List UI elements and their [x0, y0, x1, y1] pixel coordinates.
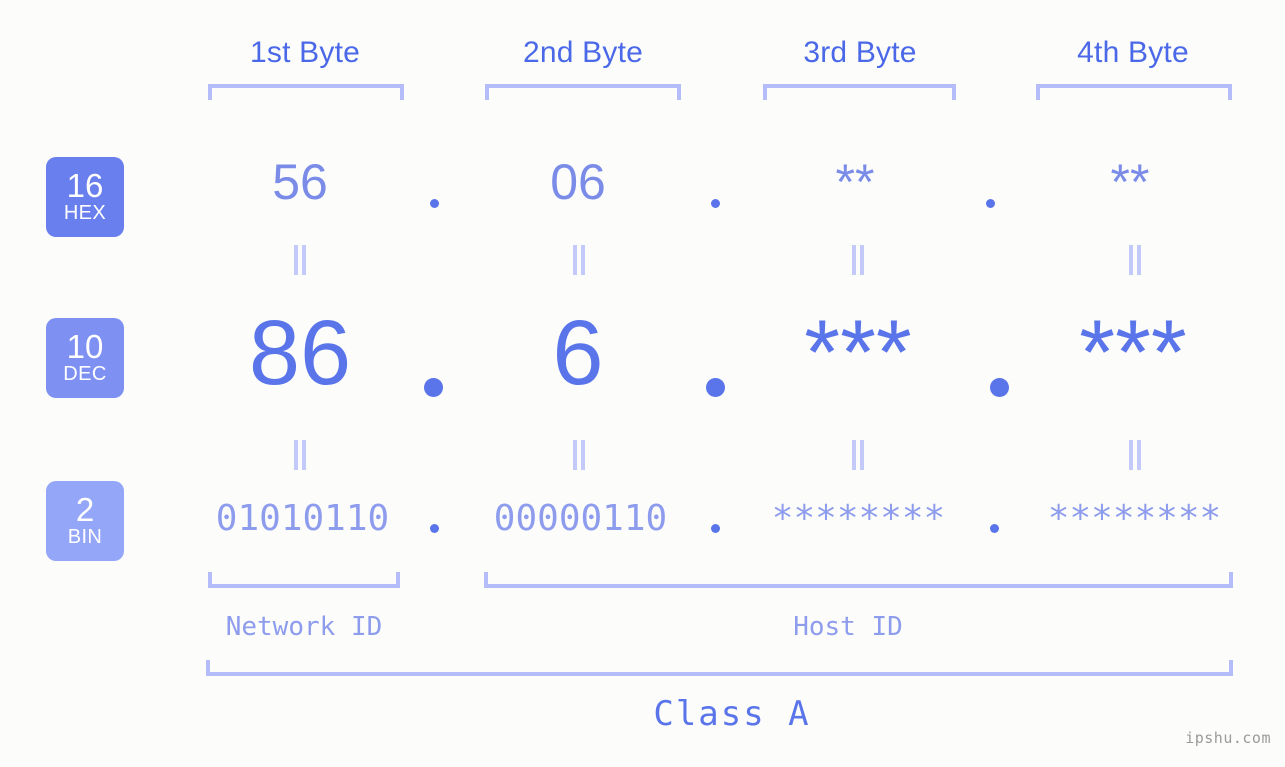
base-badge-dec: 10 DEC	[46, 318, 124, 398]
byte-bracket-top-1	[208, 84, 404, 100]
ip-byte-breakdown-diagram: 1st Byte 2nd Byte 3rd Byte 4th Byte 16 H…	[0, 0, 1285, 767]
byte-header-2: 2nd Byte	[522, 36, 644, 69]
network-id-bracket	[208, 572, 400, 588]
bin-separator-dot-3	[990, 524, 999, 533]
dec-byte-4: ***	[1079, 302, 1187, 404]
byte-bracket-top-2	[485, 84, 681, 100]
base-badge-dec-label: DEC	[63, 363, 107, 385]
base-badge-hex-label: HEX	[63, 202, 107, 224]
base-badge-dec-number: 10	[66, 328, 104, 365]
bin-byte-2: 00000110	[493, 498, 668, 539]
base-badge-bin-number: 2	[75, 491, 95, 528]
host-id-bracket	[484, 572, 1233, 588]
hex-separator-dot-1	[430, 199, 439, 208]
byte-bracket-top-3	[763, 84, 956, 100]
hex-separator-dot-3	[986, 199, 995, 208]
equals-connector-hex-dec-3	[847, 245, 869, 277]
dec-byte-1: 86	[248, 302, 352, 404]
equals-connector-hex-dec-2	[568, 245, 590, 277]
base-badge-hex-number: 16	[66, 167, 104, 204]
equals-connector-hex-dec-1	[289, 245, 311, 277]
network-id-label: Network ID	[225, 612, 383, 642]
equals-connector-dec-bin-1	[289, 440, 311, 472]
class-bracket	[206, 660, 1233, 676]
base-badge-hex: 16 HEX	[46, 157, 124, 237]
dec-separator-dot-3	[990, 378, 1009, 397]
hex-byte-2: 06	[550, 154, 606, 210]
byte-header-3: 3rd Byte	[803, 36, 917, 69]
bin-byte-4: ********	[1047, 498, 1222, 539]
equals-connector-dec-bin-2	[568, 440, 590, 472]
host-id-label: Host ID	[793, 612, 903, 642]
base-badge-bin: 2 BIN	[46, 481, 124, 561]
class-label: Class A	[653, 694, 811, 734]
bin-separator-dot-2	[711, 524, 720, 533]
base-badge-bin-label: BIN	[67, 526, 103, 548]
hex-byte-1: 56	[272, 154, 328, 210]
bin-byte-1: 01010110	[215, 498, 390, 539]
equals-connector-hex-dec-4	[1124, 245, 1146, 277]
byte-bracket-top-4	[1036, 84, 1232, 100]
dec-byte-2: 6	[552, 302, 604, 404]
dec-separator-dot-1	[424, 378, 443, 397]
bin-separator-dot-1	[430, 524, 439, 533]
byte-header-4: 4th Byte	[1077, 36, 1189, 69]
hex-byte-3: **	[835, 154, 875, 210]
hex-separator-dot-2	[711, 199, 720, 208]
hex-byte-4: **	[1110, 154, 1150, 210]
dec-byte-3: ***	[804, 302, 912, 404]
byte-header-1: 1st Byte	[250, 36, 360, 69]
dec-separator-dot-2	[706, 378, 725, 397]
equals-connector-dec-bin-3	[847, 440, 869, 472]
bin-byte-3: ********	[771, 498, 946, 539]
equals-connector-dec-bin-4	[1124, 440, 1146, 472]
site-watermark: ipshu.com	[1185, 729, 1271, 747]
